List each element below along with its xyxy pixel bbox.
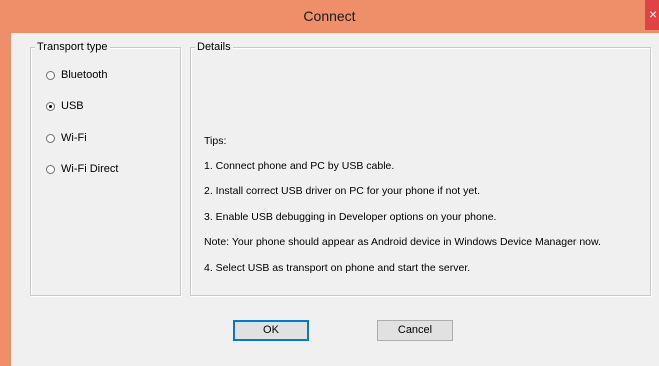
ok-button[interactable]: OK — [233, 320, 309, 341]
transport-type-legend: Transport type — [35, 41, 110, 53]
window-title: Connect — [303, 8, 356, 24]
title-bar[interactable]: Connect × — [0, 0, 659, 33]
tip-note: Note: Your phone should appear as Androi… — [204, 236, 601, 248]
connect-dialog: Connect × Transport type Bluetooth USB W… — [0, 0, 659, 366]
details-legend: Details — [195, 41, 233, 53]
radio-wifi-direct[interactable]: Wi-Fi Direct — [46, 161, 118, 177]
radio-circle-usb[interactable] — [46, 101, 55, 111]
radio-wifi[interactable]: Wi-Fi — [46, 130, 87, 146]
radio-bluetooth[interactable]: Bluetooth — [46, 67, 107, 83]
radio-circle-bluetooth[interactable] — [46, 70, 55, 80]
close-icon: × — [649, 6, 658, 22]
tips-heading: Tips: — [204, 135, 227, 147]
tip-line-1: 1. Connect phone and PC by USB cable. — [204, 160, 395, 172]
close-button[interactable]: × — [645, 0, 659, 30]
radio-label-wifi: Wi-Fi — [61, 132, 87, 144]
tip-line-4: 4. Select USB as transport on phone and … — [204, 262, 471, 274]
details-group: Details Tips: 1. Connect phone and PC by… — [190, 41, 651, 296]
radio-usb[interactable]: USB — [46, 98, 84, 114]
cancel-button[interactable]: Cancel — [377, 320, 453, 341]
tip-line-2: 2. Install correct USB driver on PC for … — [204, 185, 481, 197]
radio-label-bluetooth: Bluetooth — [61, 69, 108, 81]
radio-circle-wifi[interactable] — [46, 133, 55, 143]
transport-type-group: Transport type Bluetooth USB Wi-Fi Wi-Fi… — [30, 41, 181, 296]
radio-circle-wifi-direct[interactable] — [46, 164, 55, 174]
radio-label-wifi-direct: Wi-Fi Direct — [61, 163, 119, 175]
tip-line-3: 3. Enable USB debugging in Developer opt… — [204, 211, 497, 223]
radio-label-usb: USB — [61, 100, 84, 112]
dialog-body: Transport type Bluetooth USB Wi-Fi Wi-Fi… — [11, 33, 659, 366]
